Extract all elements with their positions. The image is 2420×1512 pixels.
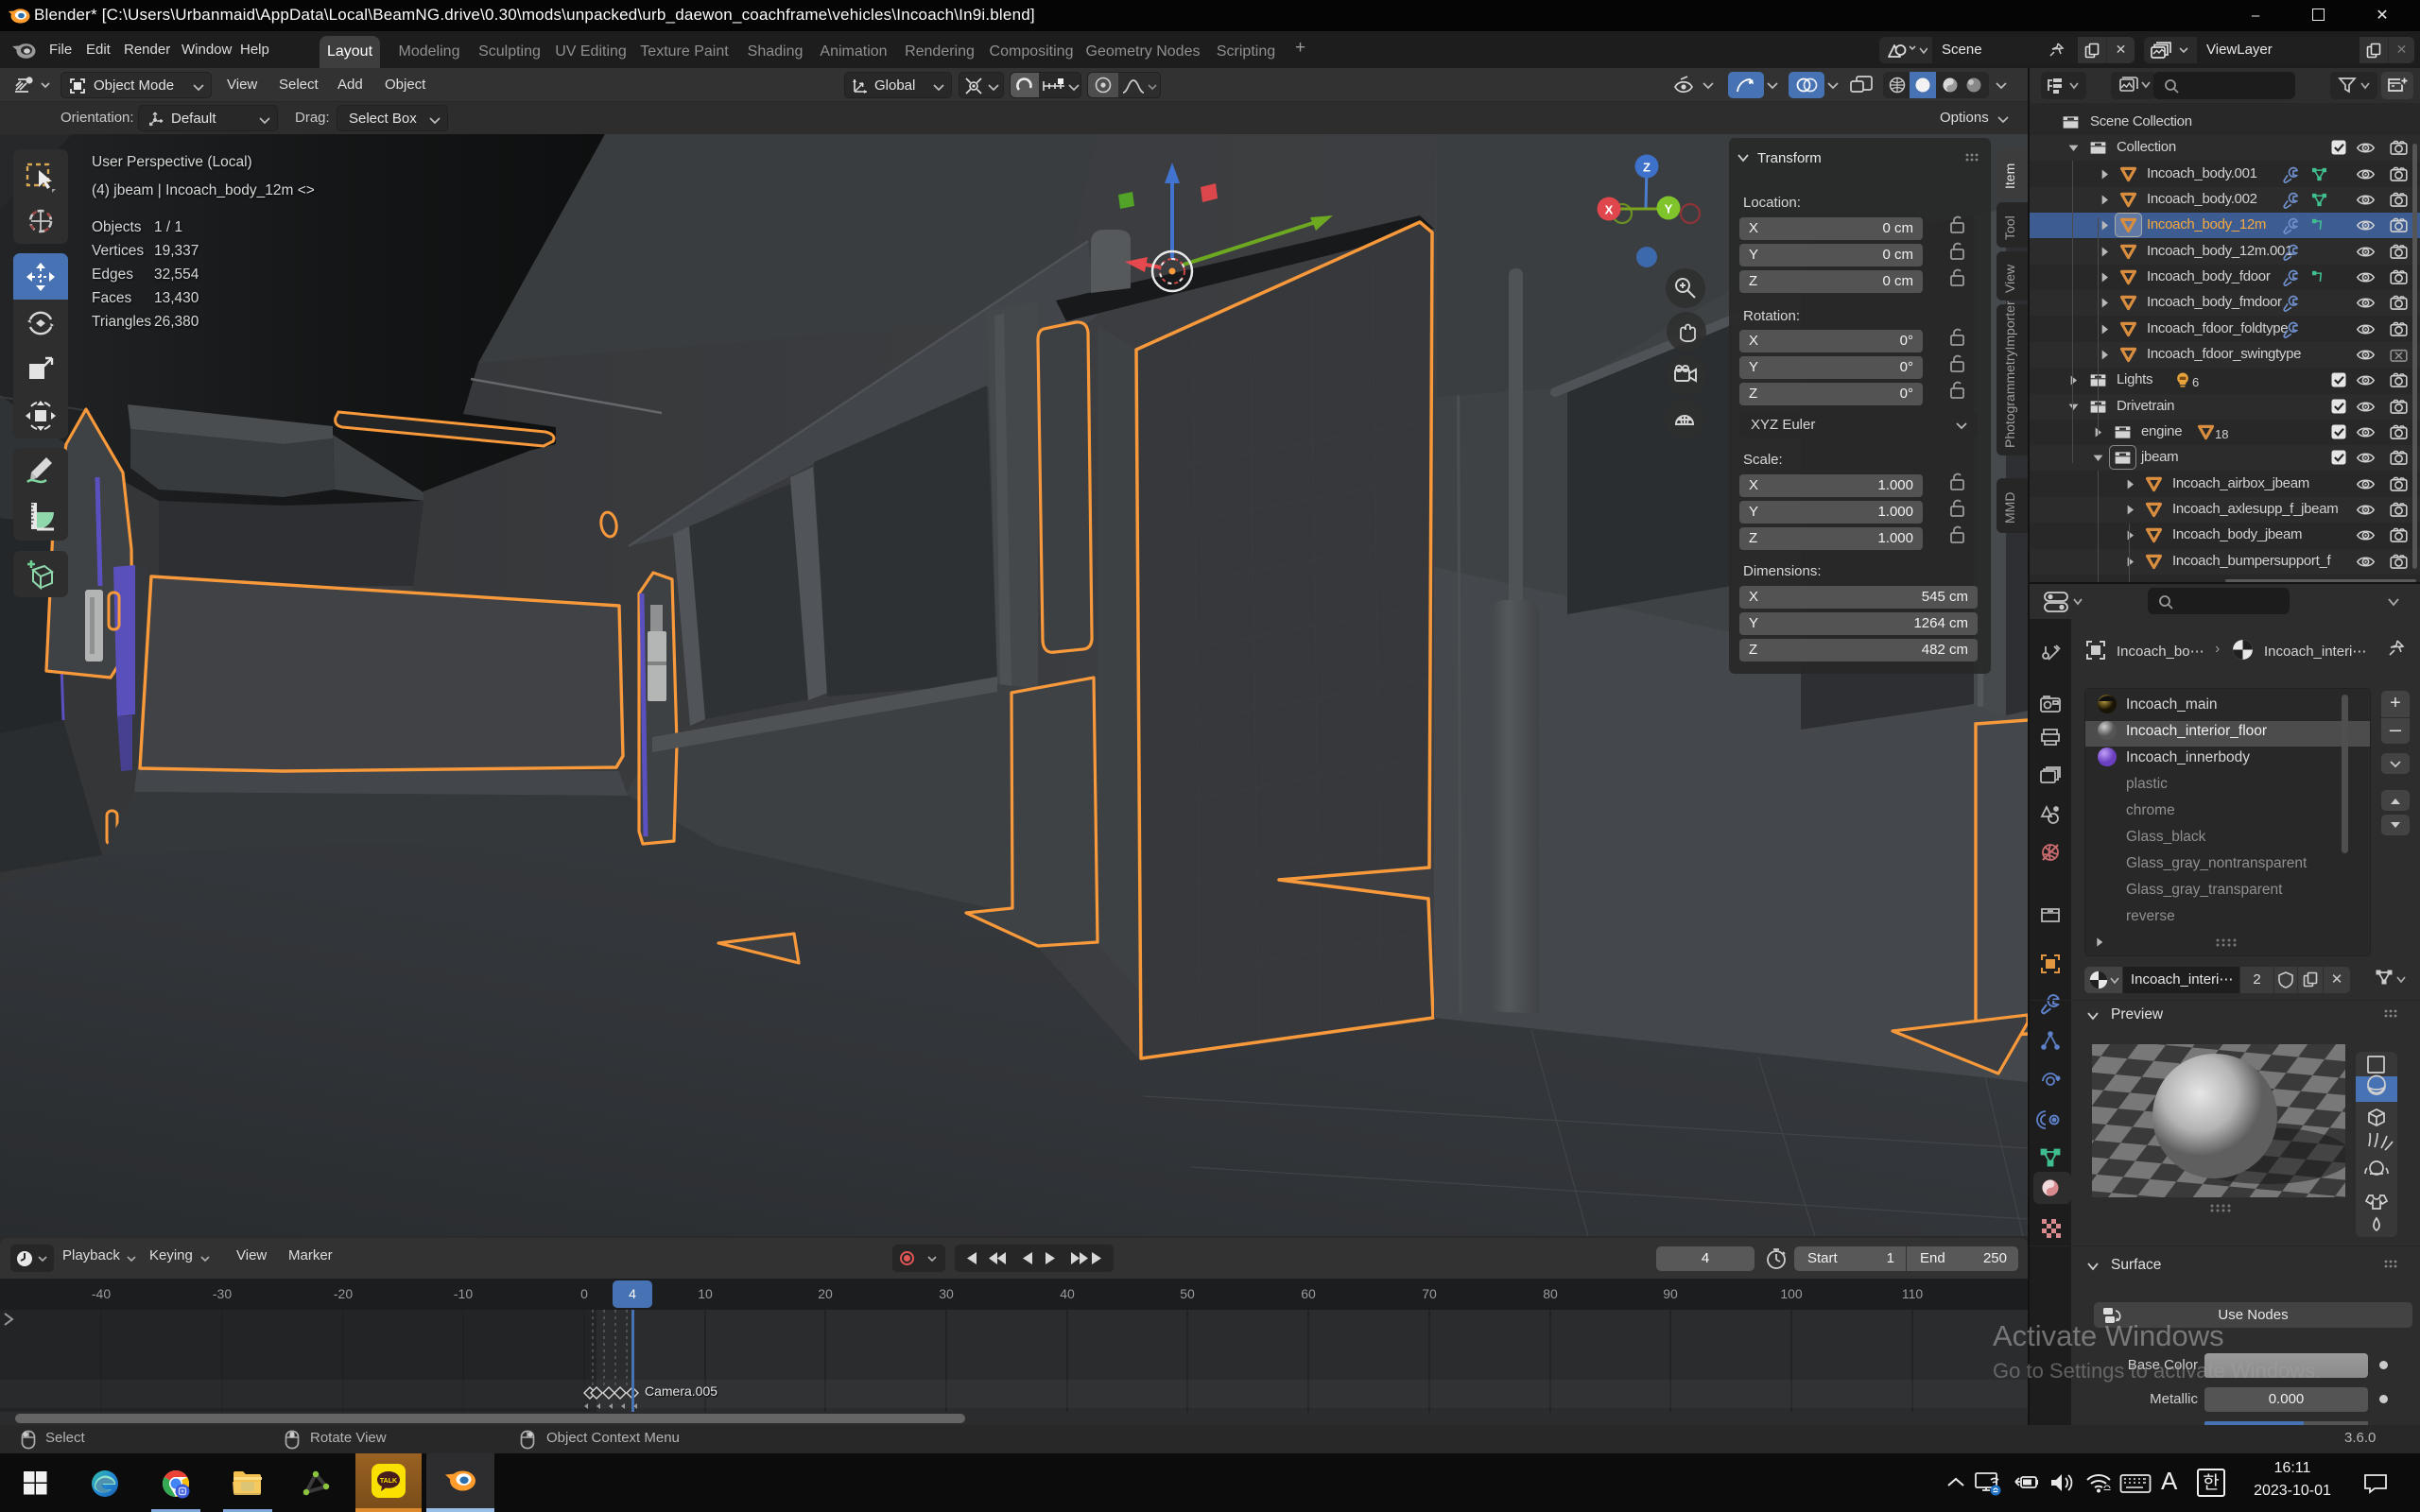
svg-text:Y: Y <box>1665 202 1673 216</box>
svg-text:TALK: TALK <box>380 1478 397 1485</box>
svg-text:Z: Z <box>1643 161 1651 175</box>
svg-text:X: X <box>1605 203 1614 217</box>
